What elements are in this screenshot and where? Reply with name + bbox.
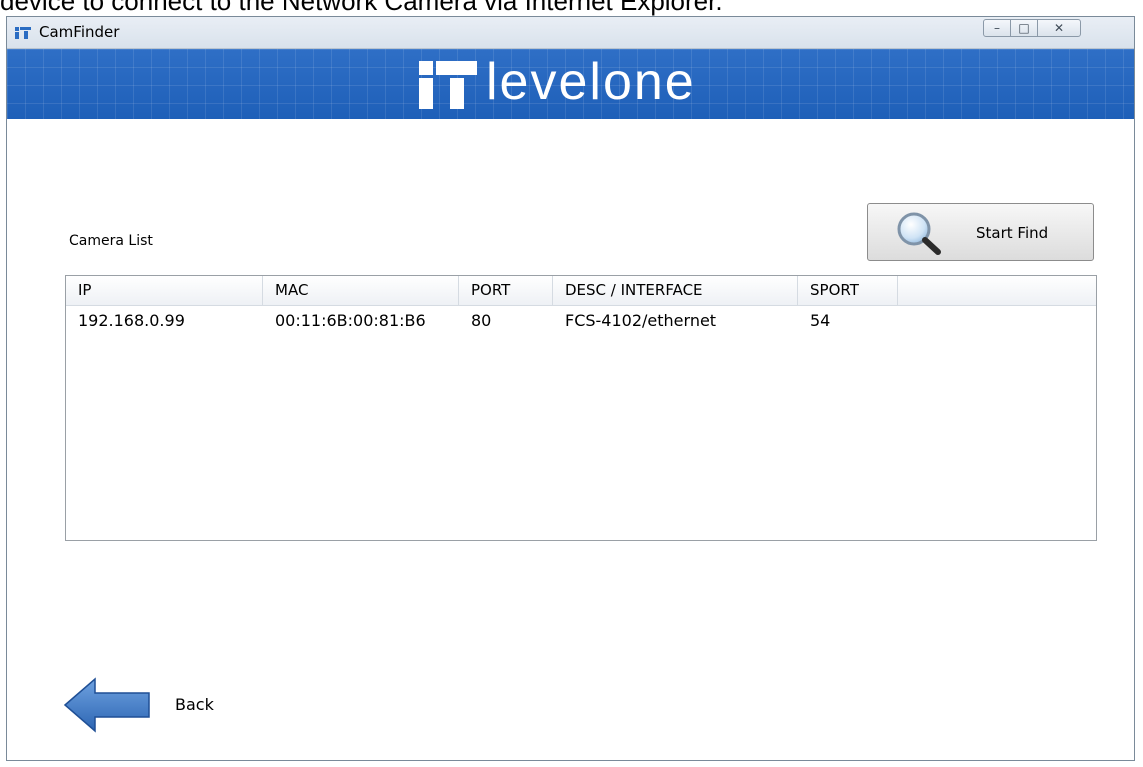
- minimize-button[interactable]: –: [983, 19, 1011, 37]
- cell-ip: 192.168.0.99: [78, 311, 185, 330]
- start-find-label: Start Find: [976, 224, 1049, 242]
- start-find-button[interactable]: Start Find: [867, 203, 1094, 261]
- magnifier-icon: [897, 212, 941, 255]
- cell-port: 80: [471, 311, 492, 330]
- brand-banner: levelone: [7, 49, 1134, 119]
- title-bar[interactable]: CamFinder – □ ✕: [7, 17, 1134, 49]
- brand-name: levelone: [486, 53, 696, 111]
- column-header-port[interactable]: PORT: [459, 276, 553, 305]
- back-button[interactable]: Back: [63, 677, 243, 737]
- column-header-mac[interactable]: MAC: [263, 276, 459, 305]
- levelone-logo-mark-icon: [419, 61, 477, 109]
- table-row[interactable]: 192.168.0.99 00:11:6B:00:81:B6 80 FCS-41…: [66, 309, 1096, 333]
- back-label: Back: [175, 695, 214, 714]
- left-arrow-icon: [63, 677, 150, 733]
- window-title: CamFinder: [39, 23, 120, 41]
- table-header: IP MAC PORT DESC / INTERFACE SPORT: [66, 276, 1096, 306]
- camera-list-table[interactable]: IP MAC PORT DESC / INTERFACE SPORT 192.1…: [65, 275, 1097, 541]
- brand-logo: levelone: [419, 53, 694, 113]
- maximize-icon: □: [1018, 21, 1030, 35]
- levelone-logo-icon: [15, 27, 31, 39]
- column-header-sport[interactable]: SPORT: [798, 276, 898, 305]
- cell-desc-interface: FCS-4102/ethernet: [565, 311, 717, 330]
- cell-sport: 54: [810, 311, 831, 330]
- close-button[interactable]: ✕: [1037, 19, 1081, 37]
- maximize-button[interactable]: □: [1010, 19, 1038, 37]
- column-header-desc-interface[interactable]: DESC / INTERFACE: [553, 276, 798, 305]
- camera-list-label: Camera List: [69, 233, 153, 249]
- cell-mac: 00:11:6B:00:81:B6: [275, 311, 426, 330]
- camfinder-window: CamFinder – □ ✕ levelone Camera List Sta…: [6, 16, 1135, 761]
- column-header-ip[interactable]: IP: [66, 276, 263, 305]
- close-icon: ✕: [1053, 21, 1065, 35]
- minimize-icon: –: [994, 21, 1000, 35]
- document-caption: device to connect to the Network Camera …: [0, 0, 723, 16]
